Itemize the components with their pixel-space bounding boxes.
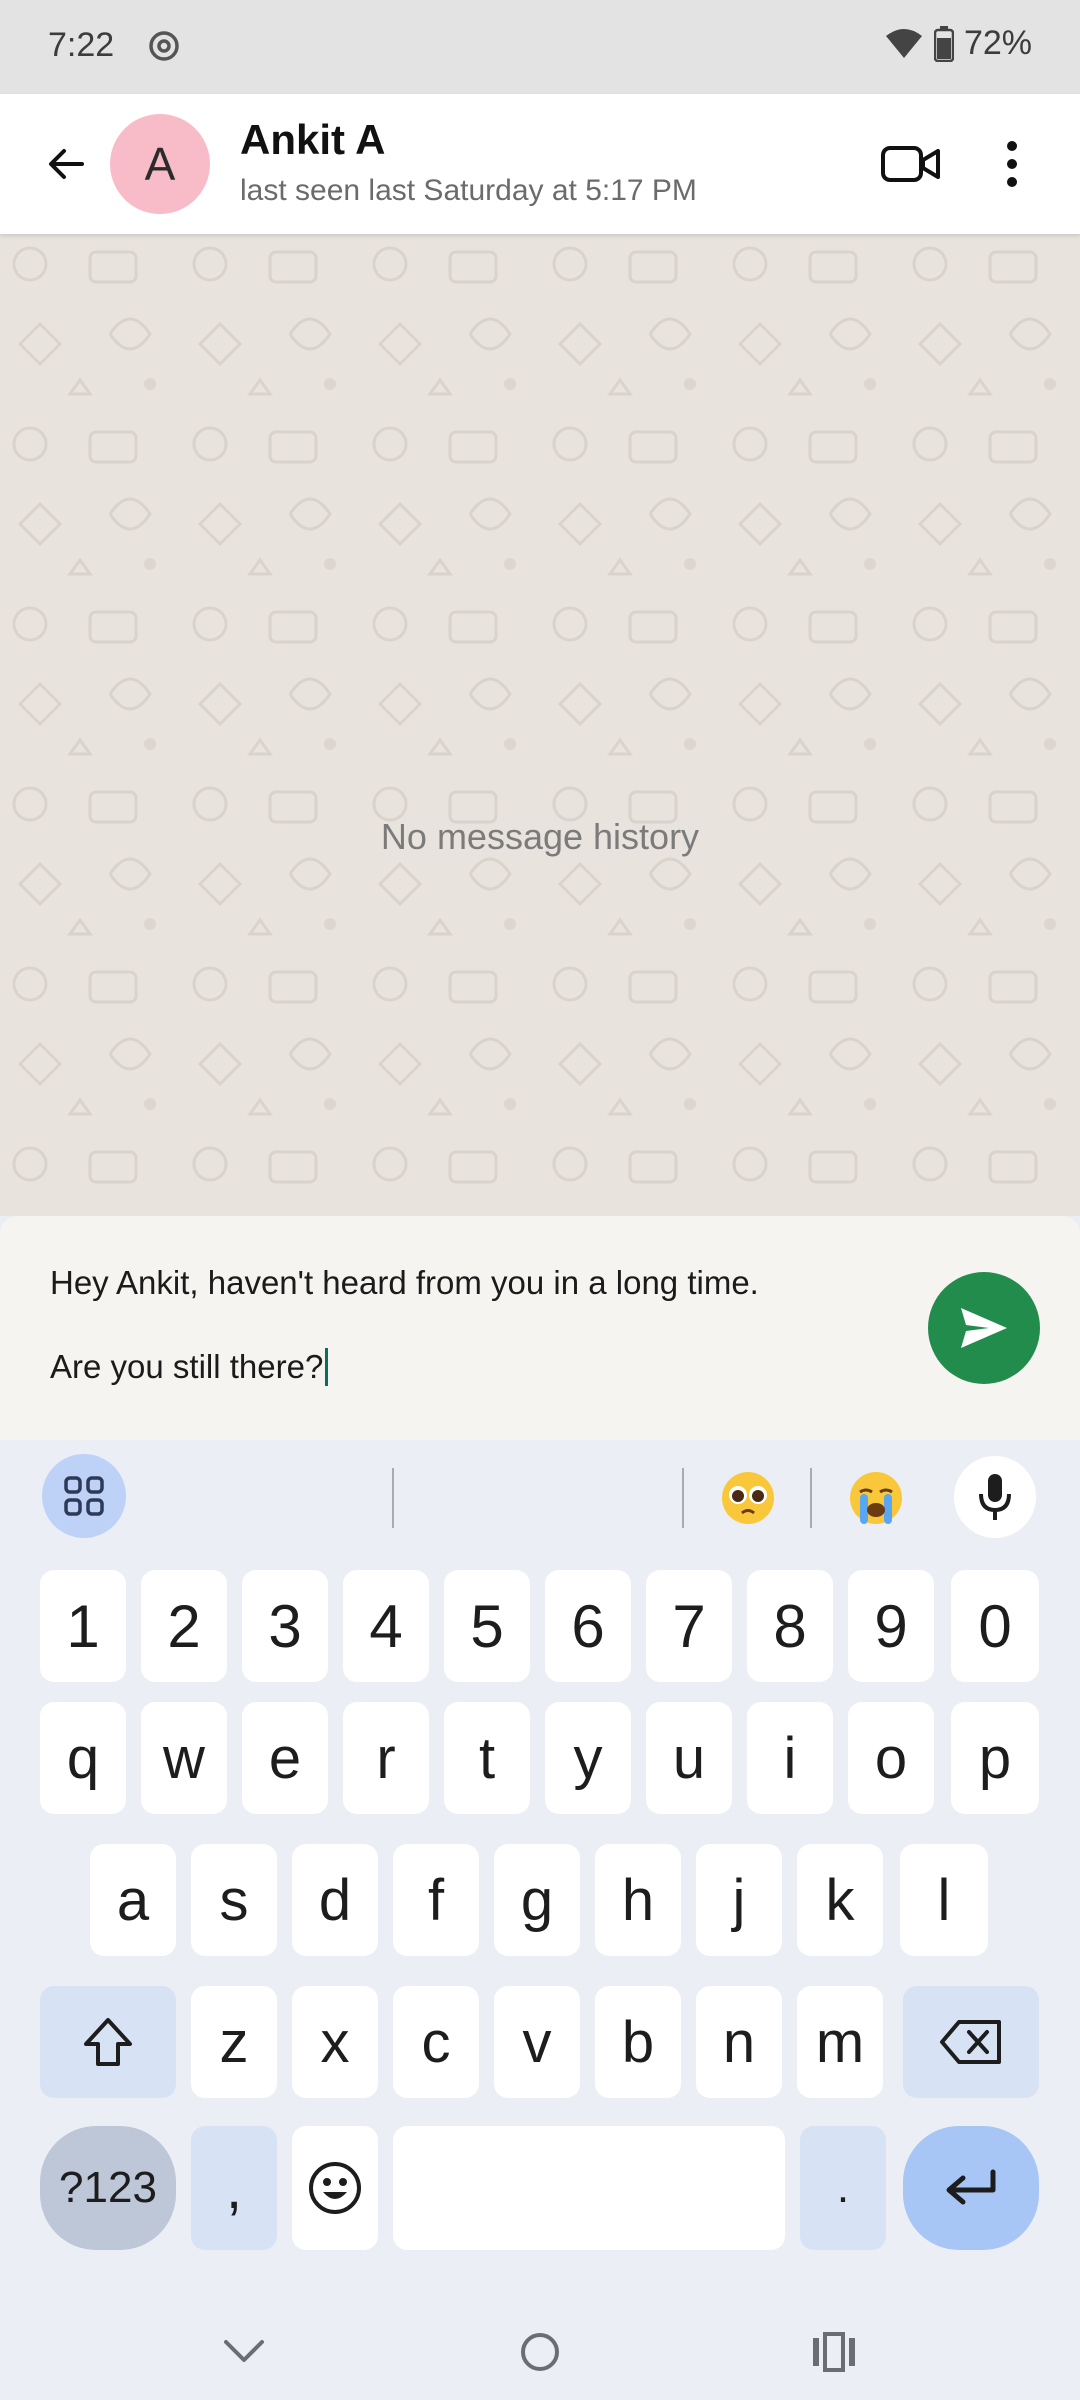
back-button[interactable] <box>36 134 96 194</box>
avatar-initial: A <box>144 138 176 190</box>
key-4[interactable]: 4 <box>343 1570 429 1682</box>
period-key[interactable]: . <box>800 2126 886 2250</box>
space-key[interactable] <box>393 2126 785 2250</box>
key-6[interactable]: 6 <box>545 1570 631 1682</box>
toolbar-divider <box>682 1468 684 1528</box>
apps-grid-button[interactable] <box>42 1454 126 1538</box>
key-9[interactable]: 9 <box>848 1570 934 1682</box>
send-icon <box>961 1308 1007 1348</box>
wifi-icon <box>885 28 922 58</box>
nav-recents-button[interactable] <box>802 2322 866 2382</box>
chat-area[interactable]: No message history <box>0 234 1080 1216</box>
send-button[interactable] <box>928 1272 1040 1384</box>
key-0[interactable]: 0 <box>951 1570 1039 1682</box>
last-seen-status: last seen last Saturday at 5:17 PM <box>240 174 697 207</box>
mic-icon <box>979 1474 1011 1520</box>
emoji-key[interactable] <box>292 2126 378 2250</box>
key-2[interactable]: 2 <box>141 1570 227 1682</box>
key-b[interactable]: b <box>595 1986 681 2098</box>
nav-back-icon <box>224 2340 264 2362</box>
key-3[interactable]: 3 <box>242 1570 328 1682</box>
key-y[interactable]: y <box>545 1702 631 1814</box>
toolbar-divider <box>810 1468 812 1528</box>
status-time: 7:22 <box>48 26 115 64</box>
keyboard-toolbar <box>0 1440 1080 1550</box>
status-right-group: 72% <box>884 24 1032 63</box>
more-options-button[interactable] <box>980 132 1044 196</box>
message-input[interactable]: Hey Ankit, haven't heard from you in a l… <box>50 1262 900 1388</box>
key-s[interactable]: s <box>191 1844 277 1956</box>
symbols-key[interactable]: ?123 <box>40 2126 176 2250</box>
nav-home-icon <box>521 2333 559 2371</box>
system-nav-bar <box>0 2304 1080 2400</box>
key-d[interactable]: d <box>292 1844 378 1956</box>
key-1[interactable]: 1 <box>40 1570 126 1682</box>
smiley-icon <box>309 2162 361 2214</box>
avatar[interactable]: A <box>110 114 210 214</box>
key-l[interactable]: l <box>900 1844 988 1956</box>
comma-key[interactable]: , <box>191 2126 277 2250</box>
key-7[interactable]: 7 <box>646 1570 732 1682</box>
contact-name[interactable]: Ankit A <box>240 116 385 164</box>
status-bar: 7:22 72% <box>0 0 1080 94</box>
battery-icon <box>933 25 954 62</box>
key-i[interactable]: i <box>747 1702 833 1814</box>
backspace-key[interactable] <box>903 1986 1039 2098</box>
message-input-text: Hey Ankit, haven't heard from you in a l… <box>50 1264 759 1385</box>
nav-home-button[interactable] <box>508 2322 572 2382</box>
key-z[interactable]: z <box>191 1986 277 2098</box>
apps-grid-icon <box>64 1476 104 1516</box>
enter-key[interactable] <box>903 2126 1039 2250</box>
backspace-icon <box>940 2020 1001 2064</box>
key-o[interactable]: o <box>848 1702 934 1814</box>
key-k[interactable]: k <box>797 1844 883 1956</box>
key-a[interactable]: a <box>90 1844 176 1956</box>
doodle-wallpaper <box>0 234 1080 1216</box>
nav-recents-icon <box>813 2332 855 2372</box>
text-caret <box>325 1348 329 1386</box>
key-h[interactable]: h <box>595 1844 681 1956</box>
key-t[interactable]: t <box>444 1702 530 1814</box>
battery-percent: 72% <box>963 24 1032 62</box>
voice-input-button[interactable] <box>954 1456 1036 1538</box>
no-history-text: No message history <box>380 816 700 857</box>
camera-ring-icon <box>149 31 179 61</box>
key-v[interactable]: v <box>494 1986 580 2098</box>
back-arrow-icon <box>49 149 84 179</box>
shift-icon <box>84 2018 132 2066</box>
more-vert-icon <box>1007 141 1017 187</box>
chat-header: A Ankit A last seen last Saturday at 5:1… <box>0 94 1080 234</box>
pleading-face-emoji[interactable] <box>718 1468 778 1528</box>
key-c[interactable]: c <box>393 1986 479 2098</box>
message-composer: Hey Ankit, haven't heard from you in a l… <box>0 1216 1080 1440</box>
toolbar-divider <box>392 1468 394 1528</box>
key-m[interactable]: m <box>797 1986 883 2098</box>
key-p[interactable]: p <box>951 1702 1039 1814</box>
key-r[interactable]: r <box>343 1702 429 1814</box>
key-j[interactable]: j <box>696 1844 782 1956</box>
key-w[interactable]: w <box>141 1702 227 1814</box>
enter-icon <box>946 2169 996 2205</box>
video-call-button[interactable] <box>876 132 946 196</box>
crying-face-emoji[interactable] <box>846 1468 906 1528</box>
key-8[interactable]: 8 <box>747 1570 833 1682</box>
key-q[interactable]: q <box>40 1702 126 1814</box>
key-g[interactable]: g <box>494 1844 580 1956</box>
key-x[interactable]: x <box>292 1986 378 2098</box>
nav-back-button[interactable] <box>212 2322 276 2382</box>
key-u[interactable]: u <box>646 1702 732 1814</box>
keyboard: 1 2 3 4 5 6 7 8 9 0 q w e r t y u i o p … <box>0 1440 1080 2304</box>
shift-key[interactable] <box>40 1986 176 2098</box>
key-e[interactable]: e <box>242 1702 328 1814</box>
key-n[interactable]: n <box>696 1986 782 2098</box>
video-call-icon <box>881 146 940 182</box>
key-f[interactable]: f <box>393 1844 479 1956</box>
key-5[interactable]: 5 <box>444 1570 530 1682</box>
